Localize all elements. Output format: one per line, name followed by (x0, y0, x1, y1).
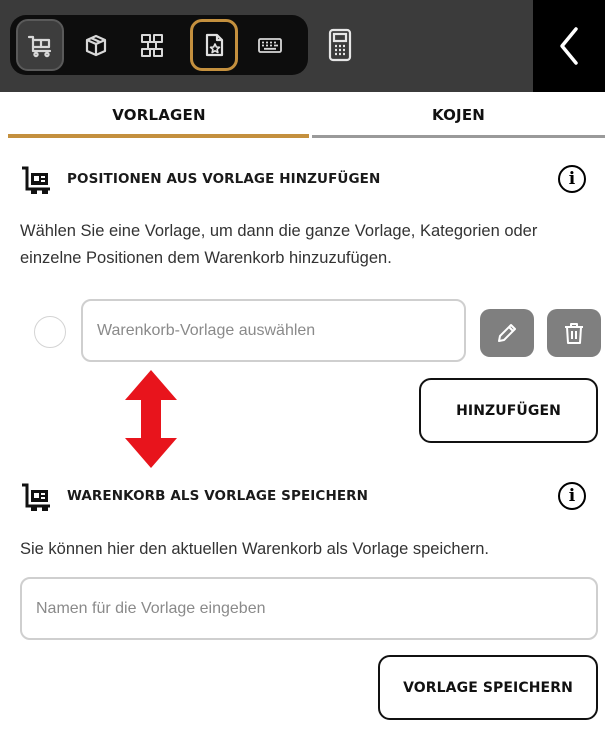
templates-mode-button[interactable] (190, 19, 238, 71)
add-button[interactable]: HINZUFÜGEN (419, 378, 598, 443)
trash-icon (565, 323, 583, 344)
mode-toolbar (10, 15, 308, 75)
keyboard-icon (258, 38, 282, 53)
info-icon[interactable]: i (558, 482, 586, 510)
cart-template-icon (22, 166, 50, 194)
top-toolbar (0, 0, 605, 92)
keyboard-mode-button[interactable] (246, 19, 294, 71)
back-button[interactable] (533, 0, 605, 92)
edit-template-button[interactable] (480, 309, 534, 357)
cart-mode-button[interactable] (16, 19, 64, 71)
double-arrow-icon (125, 370, 177, 468)
chevron-left-icon (560, 27, 578, 65)
calculator-button[interactable] (318, 21, 362, 69)
section-description-save: Sie können hier den aktuellen Warenkorb … (20, 540, 490, 558)
template-name-input[interactable] (20, 577, 598, 640)
section-description-add: Wählen Sie eine Vorlage, um dann die gan… (20, 222, 538, 240)
stacked-boxes-mode-button[interactable] (128, 19, 176, 71)
active-tab-indicator (8, 134, 309, 138)
section-title-add: POSITIONEN AUS VORLAGE HINZUFÜGEN (67, 171, 381, 187)
package-mode-button[interactable] (72, 19, 120, 71)
delete-template-button[interactable] (547, 309, 601, 357)
info-icon[interactable]: i (558, 165, 586, 193)
tab-kojen[interactable]: KOJEN (312, 92, 605, 138)
cart-icon (27, 35, 52, 58)
cart-save-icon (22, 483, 50, 511)
template-radio[interactable] (34, 316, 66, 348)
tab-vorlagen[interactable]: VORLAGEN (8, 92, 310, 138)
save-template-button[interactable]: VORLAGE SPEICHERN (378, 655, 598, 720)
stacked-boxes-icon (141, 34, 163, 57)
pencil-icon (498, 324, 516, 342)
section-title-save: WARENKORB ALS VORLAGE SPEICHERN (67, 488, 369, 504)
document-star-icon (205, 33, 224, 57)
template-select-input[interactable] (81, 299, 466, 362)
tab-divider (312, 135, 605, 138)
section-description-add-line2: einzelne Positionen dem Warenkorb hinzuz… (20, 249, 392, 267)
package-icon (85, 34, 107, 57)
calculator-icon (328, 28, 352, 62)
